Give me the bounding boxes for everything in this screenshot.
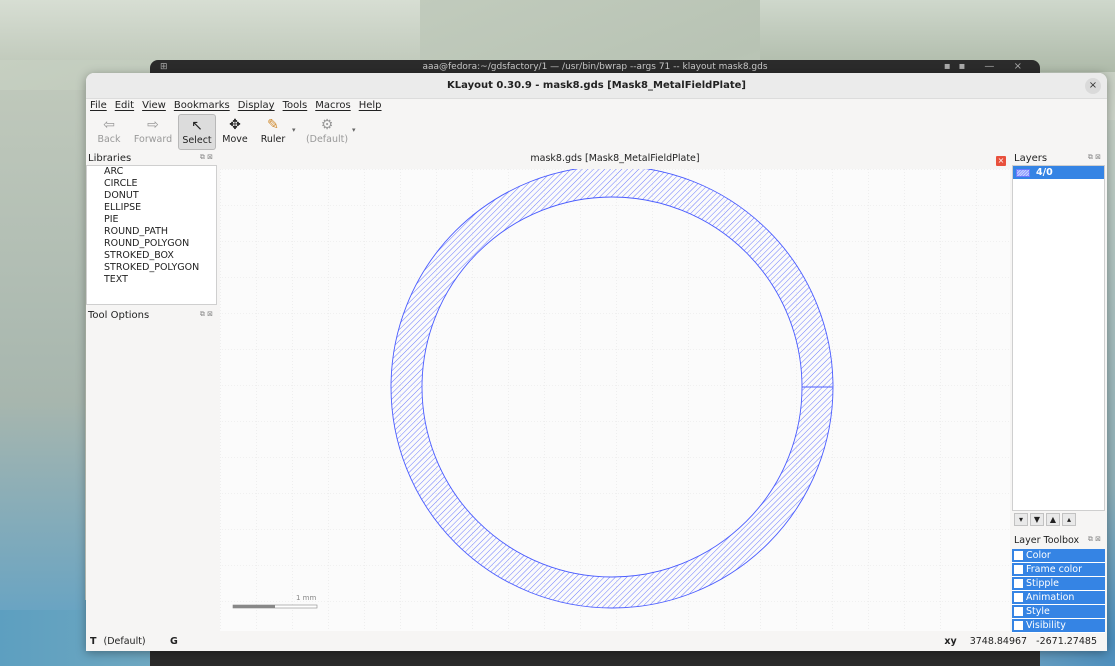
dock-controls-icon[interactable]: ⧉ ⊠ <box>1088 153 1101 162</box>
arrow-right-icon: ⇨ <box>147 117 159 133</box>
list-item[interactable]: ROUND_POLYGON <box>87 238 216 250</box>
close-button[interactable]: × <box>1085 78 1101 94</box>
dock-controls-icon[interactable]: ⧉ ⊠ <box>1088 535 1101 544</box>
toolbox-animation[interactable]: Animation <box>1012 591 1105 605</box>
toolbox-stipple[interactable]: Stipple <box>1012 577 1105 591</box>
expand-icon <box>1014 551 1023 560</box>
default-mode-button[interactable]: ⚙ (Default) <box>302 114 352 150</box>
libraries-header: Libraries ⧉ ⊠ <box>86 153 217 165</box>
layer-name: 4/0 <box>1036 167 1053 178</box>
canvas-title: mask8.gds [Mask8_MetalFieldPlate] <box>530 153 700 164</box>
layer-row[interactable]: 4/0 <box>1013 166 1104 179</box>
scale-label: 1 mm <box>296 594 316 602</box>
menu-edit[interactable]: Edit <box>115 100 134 114</box>
toolbox-frame-color[interactable]: Frame color <box>1012 563 1105 577</box>
menubar: File Edit View Bookmarks Display Tools M… <box>90 100 382 114</box>
titlebar: KLayout 0.30.9 - mask8.gds [Mask8_MetalF… <box>86 73 1107 99</box>
list-item[interactable]: STROKED_POLYGON <box>87 262 216 274</box>
list-item[interactable]: DONUT <box>87 190 216 202</box>
toolbox-color[interactable]: Color <box>1012 549 1105 563</box>
expand-icon <box>1014 579 1023 588</box>
toolbar: ⇦ Back ⇨ Forward ↖ Select ✥ Move ✎ Ruler… <box>90 114 362 152</box>
coord-x: 3748.84967 <box>969 636 1028 647</box>
coord-y: -2671.27485 <box>1036 636 1097 647</box>
list-item[interactable]: PIE <box>87 214 216 226</box>
move-icon: ✥ <box>229 117 241 133</box>
expand-icon <box>1014 565 1023 574</box>
ruler-dropdown-icon[interactable]: ▾ <box>292 126 302 134</box>
coord-label: xy <box>944 636 957 647</box>
select-button[interactable]: ↖ Select <box>178 114 216 150</box>
expand-icon <box>1014 607 1023 616</box>
menu-tools[interactable]: Tools <box>283 100 308 114</box>
layer-tool-button[interactable]: ▼ <box>1030 513 1044 526</box>
ring-fill <box>220 169 1010 631</box>
move-button[interactable]: ✥ Move <box>216 114 254 150</box>
layout-drawing: 1 mm <box>220 169 1010 631</box>
layers-list: 4/0 <box>1012 165 1105 511</box>
list-item[interactable]: ELLIPSE <box>87 202 216 214</box>
menu-help[interactable]: Help <box>359 100 382 114</box>
list-item[interactable]: CIRCLE <box>87 178 216 190</box>
expand-icon <box>1014 621 1023 630</box>
dock-controls-icon[interactable]: ⧉ ⊠ <box>200 153 213 162</box>
canvas-tab: mask8.gds [Mask8_MetalFieldPlate] × <box>220 153 1010 169</box>
dock-controls-icon[interactable]: ⧉ ⊠ <box>200 310 213 319</box>
window-title: KLayout 0.30.9 - mask8.gds [Mask8_MetalF… <box>447 80 746 91</box>
tool-options-title: Tool Options <box>88 310 150 321</box>
terminal-title: aaa@fedora:~/gdsfactory/1 — /usr/bin/bwr… <box>422 62 768 72</box>
list-item[interactable]: STROKED_BOX <box>87 250 216 262</box>
layout-canvas[interactable]: 1 mm <box>220 169 1010 631</box>
layer-tools: ▾ ▼ ▲ ▴ <box>1012 513 1105 529</box>
tool-options-header: Tool Options ⧉ ⊠ <box>86 310 217 322</box>
status-grid: G <box>170 636 178 647</box>
layer-toolbox: Color Frame color Stipple Animation Styl… <box>1012 549 1105 633</box>
menu-display[interactable]: Display <box>238 100 275 114</box>
toolbox-style[interactable]: Style <box>1012 605 1105 619</box>
list-item[interactable]: ROUND_PATH <box>87 226 216 238</box>
toolbox-visibility[interactable]: Visibility <box>1012 619 1105 633</box>
status-mode: T (Default) <box>90 636 146 647</box>
status-coordinates: xy 3748.84967 -2671.27485 <box>944 636 1097 647</box>
menu-bookmarks[interactable]: Bookmarks <box>174 100 230 114</box>
menu-macros[interactable]: Macros <box>315 100 350 114</box>
ruler-button[interactable]: ✎ Ruler <box>254 114 292 150</box>
mode-value: (Default) <box>103 636 146 647</box>
layer-toolbox-header: Layer Toolbox ⧉ ⊠ <box>1012 535 1105 547</box>
libraries-list: ARC CIRCLE DONUT ELLIPSE PIE ROUND_PATH … <box>86 165 217 305</box>
menu-file[interactable]: File <box>90 100 107 114</box>
terminal-controls[interactable]: ▪▪ — × <box>944 61 1030 72</box>
list-item[interactable]: ARC <box>87 166 216 178</box>
canvas-close-icon[interactable]: × <box>996 156 1006 166</box>
list-item[interactable]: TEXT <box>87 274 216 286</box>
desktop-background <box>0 0 420 60</box>
back-button[interactable]: ⇦ Back <box>90 114 128 150</box>
klayout-window: KLayout 0.30.9 - mask8.gds [Mask8_MetalF… <box>86 73 1107 651</box>
desktop-background <box>0 90 85 610</box>
cursor-icon: ↖ <box>191 118 203 134</box>
status-bar: T (Default) G xy 3748.84967 -2671.27485 <box>86 633 1107 651</box>
arrow-left-icon: ⇦ <box>103 117 115 133</box>
default-dropdown-icon[interactable]: ▾ <box>352 126 362 134</box>
layers-title: Layers <box>1014 153 1048 164</box>
libraries-title: Libraries <box>88 153 132 164</box>
layer-tool-button[interactable]: ▾ <box>1014 513 1028 526</box>
forward-button[interactable]: ⇨ Forward <box>128 114 178 150</box>
layer-swatch-icon <box>1016 168 1030 177</box>
layers-header: Layers ⧉ ⊠ <box>1012 153 1105 165</box>
layer-tool-button[interactable]: ▲ <box>1046 513 1060 526</box>
expand-icon <box>1014 593 1023 602</box>
mode-letter: T <box>90 636 97 647</box>
gear-icon: ⚙ <box>320 117 334 133</box>
ruler-icon: ✎ <box>267 117 279 133</box>
layer-tool-button[interactable]: ▴ <box>1062 513 1076 526</box>
menu-view[interactable]: View <box>142 100 166 114</box>
layer-toolbox-title: Layer Toolbox <box>1014 535 1080 546</box>
